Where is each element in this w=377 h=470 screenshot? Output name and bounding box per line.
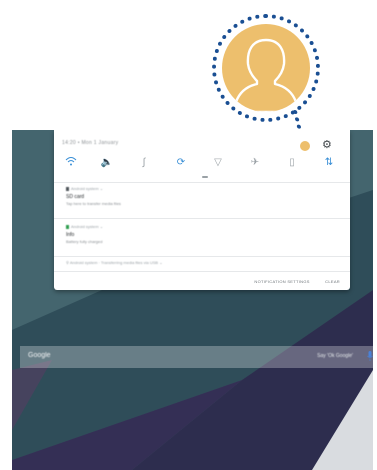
user-silhouette-icon	[234, 38, 298, 112]
clear-button[interactable]: CLEAR	[325, 279, 340, 284]
notification-settings-button[interactable]: NOTIFICATION SETTINGS	[254, 279, 309, 284]
gear-icon[interactable]: ⚙	[322, 138, 332, 151]
notification-app: Android system ⌄	[66, 224, 103, 229]
user-avatar-icon[interactable]	[300, 141, 310, 151]
bluetooth-icon[interactable]: ∫	[137, 156, 151, 170]
divider	[54, 182, 350, 183]
google-logo: Google	[28, 352, 51, 359]
mobile-data-icon[interactable]: ⇅	[322, 156, 336, 170]
notification-panel: 14:20 • Mon 1 January ⚙ 🔈 ∫ ⟳ ▽ ✈ ▯ ⇅ An…	[54, 130, 350, 290]
notification-title: SD card	[66, 194, 85, 200]
wifi-icon[interactable]	[64, 156, 78, 170]
airplane-mode-icon[interactable]: ✈	[248, 156, 262, 170]
microphone-icon[interactable]	[367, 351, 373, 361]
callout-user-avatar-icon	[222, 24, 310, 112]
notification-text: Tap here to transfer media files	[66, 201, 121, 206]
sd-card-icon	[66, 186, 69, 191]
divider	[54, 256, 350, 257]
notification-title: Info	[66, 232, 75, 238]
divider	[54, 218, 350, 219]
auto-rotate-icon[interactable]: ⟳	[174, 156, 188, 170]
sound-icon[interactable]: 🔈	[100, 156, 114, 170]
status-bar: 14:20 • Mon 1 January ⚙	[62, 138, 346, 152]
notification-collapsed[interactable]: ⚲ Android system · Transferring media fi…	[66, 260, 163, 265]
quick-settings-row: 🔈 ∫ ⟳ ▽ ✈ ▯ ⇅	[60, 156, 348, 170]
google-search-bar[interactable]: Google Say 'Ok Google'	[20, 346, 373, 368]
notification-item[interactable]: Android system ⌄ Info Battery fully char…	[54, 224, 350, 254]
flashlight-icon[interactable]: ▽	[211, 156, 225, 170]
notification-app: Android system ⌄	[66, 186, 103, 191]
battery-icon	[66, 224, 69, 229]
search-hint: Say 'Ok Google'	[317, 353, 353, 359]
panel-actions: NOTIFICATION SETTINGS CLEAR	[240, 279, 340, 284]
divider	[54, 271, 350, 272]
panel-drag-handle[interactable]	[202, 176, 208, 178]
notification-item[interactable]: Android system ⌄ SD card Tap here to tra…	[54, 186, 350, 216]
notification-text: Battery fully charged	[66, 239, 103, 244]
power-saving-icon[interactable]: ▯	[285, 156, 299, 170]
device-screen: 14:20 • Mon 1 January ⚙ 🔈 ∫ ⟳ ▽ ✈ ▯ ⇅ An…	[12, 130, 373, 470]
status-time-date: 14:20 • Mon 1 January	[62, 140, 119, 146]
